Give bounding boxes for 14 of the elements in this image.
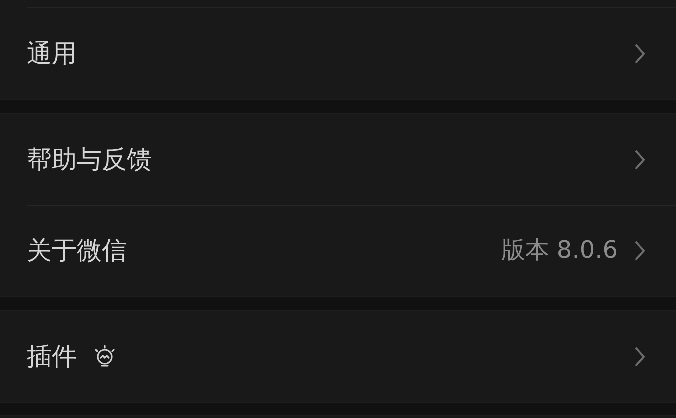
settings-row[interactable]: 插件 xyxy=(0,311,676,402)
chevron-right-icon xyxy=(634,346,646,368)
settings-row[interactable]: 关于微信 版本 8.0.6 xyxy=(0,205,676,296)
row-label: 通用 xyxy=(27,38,77,68)
row-label: 帮助与反馈 xyxy=(27,144,152,174)
row-label: 插件 xyxy=(27,342,77,372)
lightbulb-icon xyxy=(93,344,117,370)
settings-row[interactable]: 通用 xyxy=(0,8,676,99)
settings-row[interactable]: 帮助与反馈 xyxy=(0,114,676,205)
chevron-right-icon xyxy=(634,42,646,64)
chevron-right-icon xyxy=(634,148,646,170)
chevron-right-icon xyxy=(634,240,646,262)
row-label: 关于微信 xyxy=(27,236,127,266)
version-text: 版本 8.0.6 xyxy=(501,236,618,265)
